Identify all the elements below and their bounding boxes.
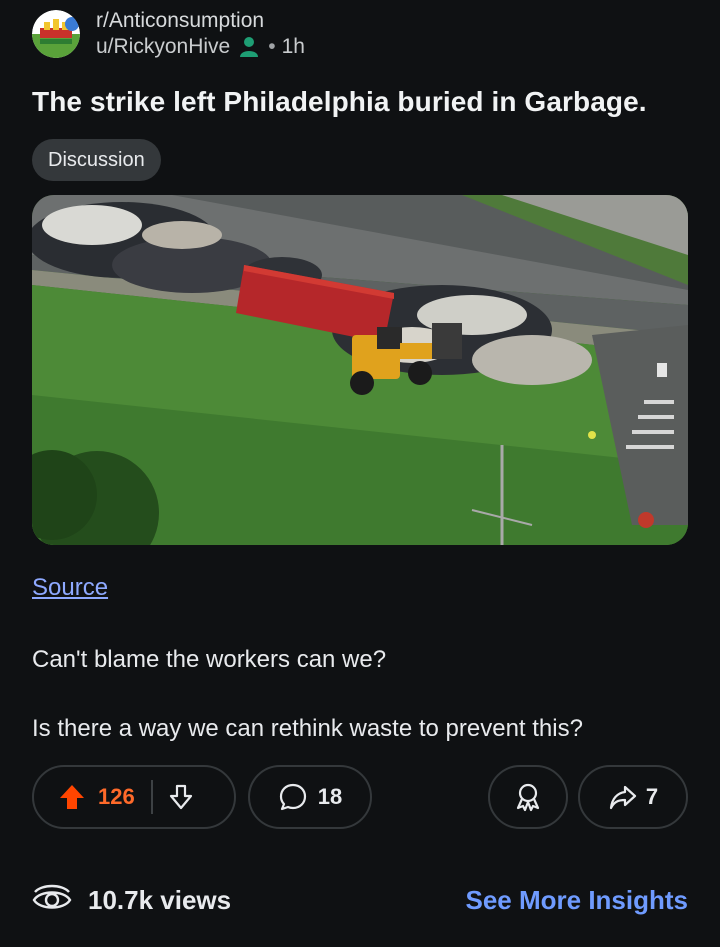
author-name[interactable]: u/RickyonHive [96,34,230,60]
comment-icon [278,782,308,812]
post-image[interactable] [32,195,688,545]
comments-button[interactable]: 18 [248,765,372,829]
views-count: 10.7k views [88,884,232,915]
source-link[interactable]: Source [32,574,108,602]
share-count: 7 [645,784,659,809]
post-body-paragraph: Is there a way we can rethink waste to p… [32,715,583,742]
post-actions-bar: 126 18 7 [32,765,688,829]
award-icon [513,782,543,812]
post-flair[interactable]: Discussion [32,139,161,181]
post-footer: 10.7k views See More Insights [32,878,688,922]
views-icon [32,884,72,916]
subreddit-avatar-icon[interactable] [32,10,80,58]
subreddit-name[interactable]: r/Anticonsumption [96,8,305,34]
views-stat: 10.7k views [32,884,231,916]
post-age: 1h [281,35,305,58]
share-button[interactable]: 7 [578,765,688,829]
see-more-insights-link[interactable]: See More Insights [466,885,689,916]
user-flair-icon [238,36,260,58]
upvote-icon[interactable] [58,783,86,811]
meta-separator: • [268,35,276,58]
award-button[interactable] [488,765,568,829]
vote-divider [150,780,153,814]
comment-count: 18 [317,784,343,809]
post-title[interactable]: The strike left Philadelphia buried in G… [32,86,647,118]
share-icon [608,782,638,812]
upvote-count: 126 [98,784,135,809]
downvote-icon[interactable] [167,783,195,811]
post-header: r/Anticonsumption u/RickyonHive • 1h [32,6,305,62]
post-body-paragraph: Can't blame the workers can we? [32,646,387,673]
vote-control: 126 [32,765,236,829]
